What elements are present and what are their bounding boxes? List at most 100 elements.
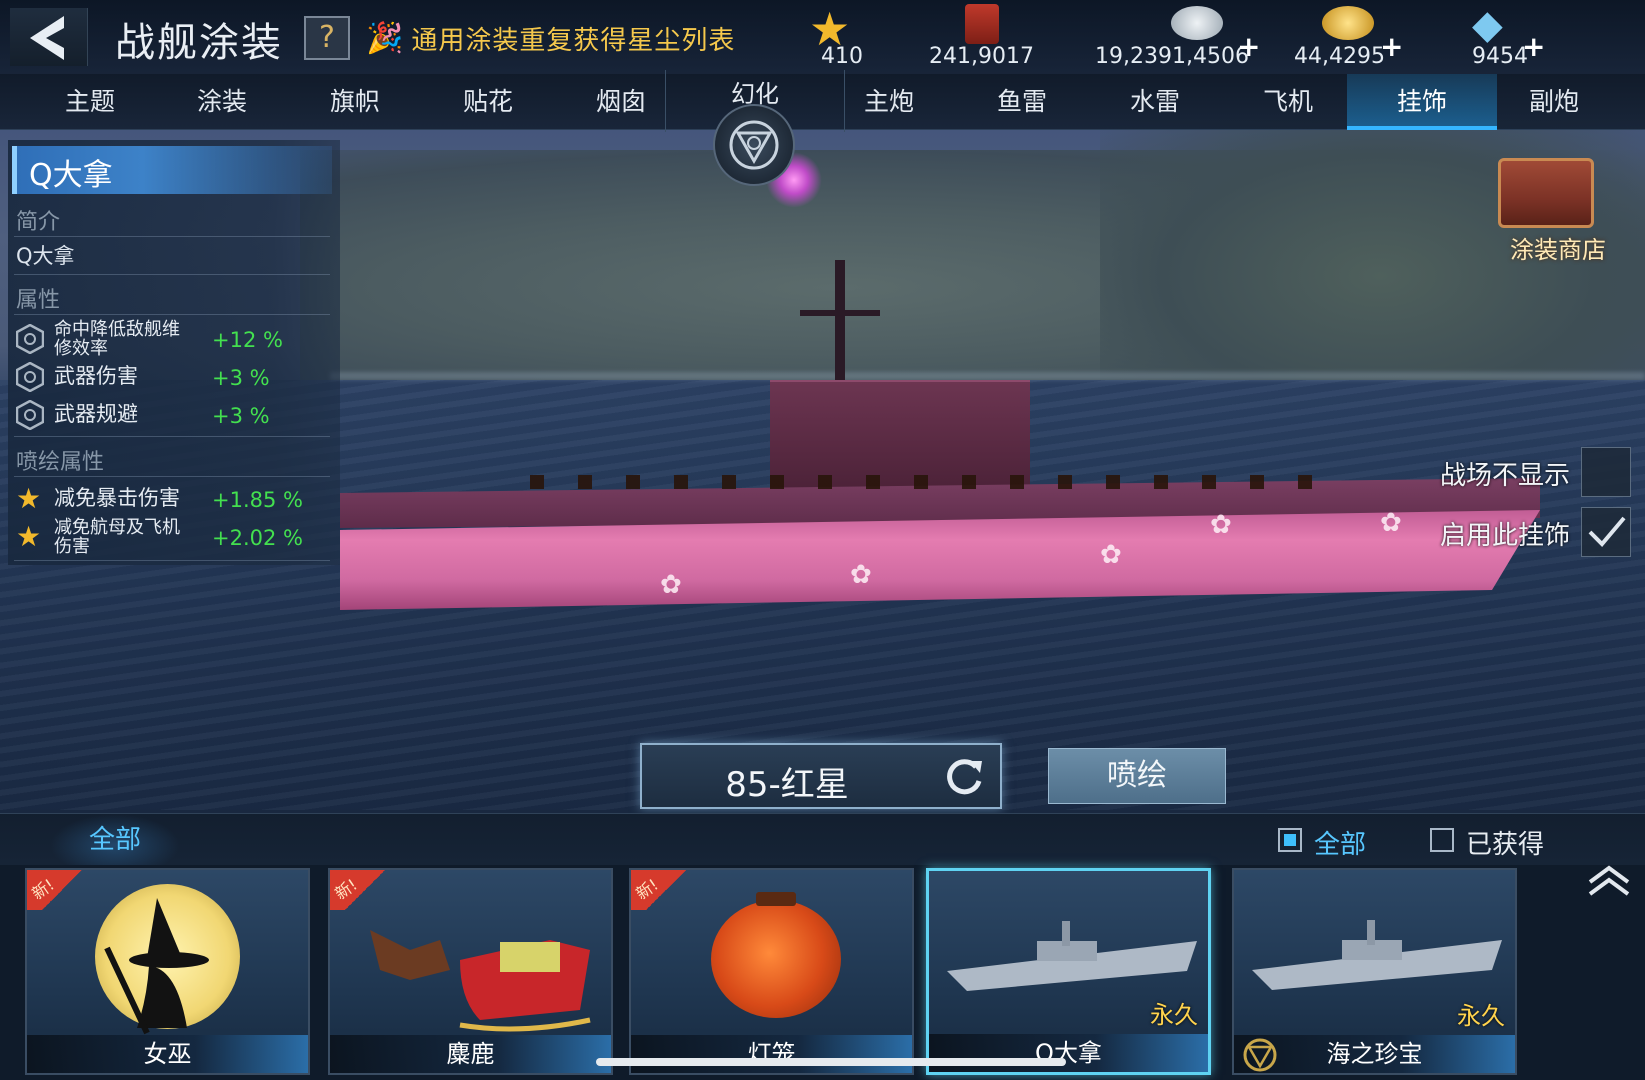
ship-mast-arm [800,310,880,316]
attribute-name-line1: 减免航母及飞机 [54,517,180,538]
filter-all-box [1278,828,1302,852]
enable-pendant-checkbox[interactable] [1581,507,1631,557]
currency-stardust: ★ 410 [805,0,885,74]
checkmark-icon [1588,516,1626,547]
currency-diamond[interactable]: ◆ 9454 + [1470,0,1550,74]
attribute-name: 减免暴击伤害 [54,486,180,510]
divider [14,274,330,275]
filter-all-label: 全部 [1314,830,1367,860]
tab-funnel[interactable]: 烟囱 [561,74,681,130]
tab-flag[interactable]: 旗帜 [295,74,415,130]
tab-pendant[interactable]: 挂饰 [1347,74,1497,130]
currency-gold[interactable]: 44,4295 + [1292,0,1407,74]
attribute-name: 减免航母及飞机 伤害 [54,518,194,556]
paint-name: 85-红星 [725,765,849,805]
permanent-label: 永久 [1150,1001,1198,1029]
spray-attribute-heading: 喷绘属性 [16,450,105,475]
filter-owned-label: 已获得 [1466,830,1545,860]
attribute-name: 武器规避 [54,402,138,426]
tab-mine[interactable]: 水雷 [1095,74,1215,130]
home-indicator[interactable] [596,1058,1066,1066]
tab-main-gun[interactable]: 主炮 [829,74,949,130]
attribute-value: +3 % [212,404,270,428]
hide-in-battle-checkbox[interactable] [1581,447,1631,497]
spray-attribute-row: ★ 减免航母及飞机 伤害 +2.02 % [16,518,336,558]
attribute-name: 武器伤害 [54,364,138,388]
spray-button[interactable]: 喷绘 [1048,748,1226,804]
pendant-card[interactable]: 永久 海之珍宝 [1232,868,1517,1075]
filter-bar: 全部 全部 已获得 [0,813,1645,866]
divider [14,560,330,561]
new-badge-label: 新! [331,875,361,904]
transform-emblem-icon [729,120,779,170]
divider [14,314,330,315]
filter-all-checkbox[interactable]: 全部 [1278,824,1388,860]
battleship-icon [1252,920,1502,990]
attribute-heading: 属性 [16,288,61,313]
pendant-card[interactable]: 新! 灯笼 [629,868,914,1075]
double-chevron-up-icon [1588,865,1630,896]
flower-decal-icon: ✿ [1100,540,1122,570]
enable-pendant-toggle[interactable]: 启用此挂饰 [1400,505,1645,559]
item-name-bar: Q大拿 [12,146,332,194]
attribute-row: 命中降低敌舰维 修效率 +12 % [16,320,336,360]
filter-owned-checkbox[interactable]: 已获得 [1430,824,1560,860]
pendant-card-selected[interactable]: 永久 Q大拿 [926,868,1211,1075]
lantern-cap-icon [756,892,796,906]
flower-decal-icon: ✿ [1210,510,1232,540]
carrier-model: ✿ ✿ ✿ ✿ ✿ [330,240,1560,640]
gold-coin-icon [1322,6,1374,40]
tab-decal[interactable]: 贴花 [428,74,548,130]
currency-value: 410 [821,44,863,69]
currency-value: 241,9017 [929,44,1034,69]
tab-paint[interactable]: 涂装 [162,74,282,130]
star-icon: ★ [16,520,42,553]
treasure-chest-icon [1498,158,1594,228]
flower-decal-icon: ✿ [660,570,682,600]
new-badge: 新! [631,870,701,910]
pendant-card[interactable]: 新! 女巫 [25,868,310,1075]
attribute-name: 命中降低敌舰维 修效率 [54,320,194,358]
divider [14,476,330,477]
stardust-list-link[interactable]: 🎉 通用涂装重复获得星尘列表 [366,18,735,58]
card-name-bar: 麋鹿 [330,1035,611,1073]
paint-bucket-icon [965,4,999,44]
stardust-list-label: 通用涂装重复获得星尘列表 [411,25,736,56]
add-silver-icon[interactable]: + [1237,30,1260,63]
help-button[interactable]: ? [304,16,350,60]
flower-decal-icon: ✿ [1380,508,1402,538]
tab-torpedo[interactable]: 鱼雷 [962,74,1082,130]
paint-shop-button[interactable]: 涂装商店 [1478,150,1638,264]
currency-value: 9454 [1472,44,1528,69]
enable-pendant-label: 启用此挂饰 [1439,521,1570,551]
expand-list-button[interactable] [1574,860,1644,920]
add-diamond-icon[interactable]: + [1522,30,1545,63]
pendant-card[interactable]: 新! 麋鹿 [328,868,613,1075]
currency-paint: 241,9017 [925,0,1045,74]
pendant-info-panel: Q大拿 简介 Q大拿 属性 命中降低敌舰维 修效率 +12 % 武器伤害 +3 %… [8,140,340,565]
divider [14,436,330,437]
hide-in-battle-toggle[interactable]: 战场不显示 [1400,445,1645,499]
currency-silver[interactable]: 19,2391,4506 + [1095,0,1265,74]
transform-emblem-button[interactable] [713,104,795,186]
attribute-value: +3 % [212,366,270,390]
intro-text: Q大拿 [16,244,75,268]
paint-selector[interactable]: 85-红星 [640,743,1002,809]
ship-island [770,380,1030,490]
tab-all-items[interactable]: 全部 [50,814,180,866]
tab-aircraft[interactable]: 飞机 [1228,74,1348,130]
paint-shop-label: 涂装商店 [1510,236,1606,264]
currency-value: 19,2391,4506 [1095,44,1249,69]
filter-owned-box [1430,828,1454,852]
attribute-name-line2: 伤害 [54,536,90,557]
hide-in-battle-label: 战场不显示 [1439,461,1570,491]
new-badge: 新! [27,870,97,910]
card-name-bar: 灯笼 [631,1035,912,1073]
tab-theme[interactable]: 主题 [30,74,150,130]
refresh-icon[interactable] [942,755,986,799]
card-name: 海之珍宝 [1326,1040,1423,1068]
tab-secondary-gun[interactable]: 副炮 [1494,74,1614,130]
back-button[interactable] [10,8,88,66]
add-gold-icon[interactable]: + [1380,30,1403,63]
currency-value: 44,4295 [1294,44,1385,69]
